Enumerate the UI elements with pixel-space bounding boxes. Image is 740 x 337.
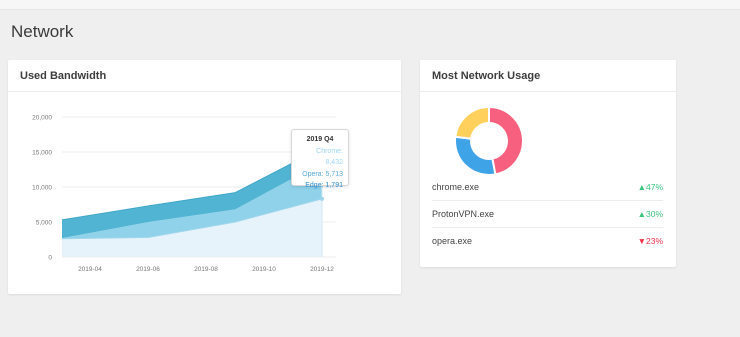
x-tick-label: 2019-06	[136, 266, 160, 273]
process-name: ProtonVPN.exe	[432, 209, 495, 219]
x-tick-label: 2019-04	[78, 266, 102, 273]
chart-tooltip: 2019 Q4 Chrome: 8,432 Opera: 5,713 Edge:…	[291, 129, 349, 189]
donut-slice-protonvpn-exe[interactable]	[454, 135, 497, 176]
tooltip-chrome: Chrome: 8,432	[316, 147, 343, 167]
process-change-down: ▼23%	[638, 228, 663, 254]
arrow-down-icon: ▼	[637, 236, 646, 246]
page-title: Network	[11, 22, 74, 41]
x-tick-label: 2019-10	[252, 266, 276, 273]
y-tick-label: 20,000	[32, 115, 52, 122]
usage-donut-chart[interactable]	[449, 101, 529, 181]
process-name: chrome.exe	[432, 182, 480, 192]
arrow-up-icon: ▲	[637, 209, 646, 219]
process-change-value: 47%	[645, 182, 663, 192]
bandwidth-chart[interactable]: 20,000 15,000 10,000 5,000 0 2019-04 2019-06 20…	[8, 92, 401, 294]
used-bandwidth-title: Used Bandwidth	[8, 60, 401, 92]
donut-slice-opera-exe[interactable]	[454, 105, 490, 140]
most-network-usage-card: Most Network Usage chrome.exe ▲47% Proto…	[420, 60, 676, 267]
process-row[interactable]: chrome.exe ▲47%	[432, 174, 663, 201]
x-tick-label: 2019-12	[310, 266, 334, 273]
process-name: opera.exe	[432, 236, 473, 246]
tooltip-opera: Opera: 5,713	[302, 170, 343, 178]
y-tick-label: 10,000	[32, 185, 52, 192]
process-change-up: ▲47%	[638, 174, 663, 200]
data-point-edge[interactable]	[320, 196, 324, 201]
y-tick-label: 5,000	[36, 220, 53, 227]
process-change-up: ▲30%	[638, 201, 663, 227]
x-tick-label: 2019-08	[194, 266, 218, 273]
arrow-up-icon: ▲	[637, 182, 646, 192]
y-tick-label: 15,000	[32, 150, 52, 157]
tooltip-edge: Edge: 1,791	[305, 182, 343, 189]
process-row[interactable]: opera.exe ▼23%	[432, 228, 663, 254]
most-network-usage-title: Most Network Usage	[420, 60, 676, 92]
y-tick-label: 0	[48, 255, 52, 262]
tooltip-title: 2019 Q4	[306, 136, 334, 143]
process-row[interactable]: ProtonVPN.exe ▲30%	[432, 201, 663, 228]
top-bar	[0, 0, 740, 10]
process-change-value: 23%	[645, 236, 663, 246]
process-change-value: 30%	[645, 209, 663, 219]
